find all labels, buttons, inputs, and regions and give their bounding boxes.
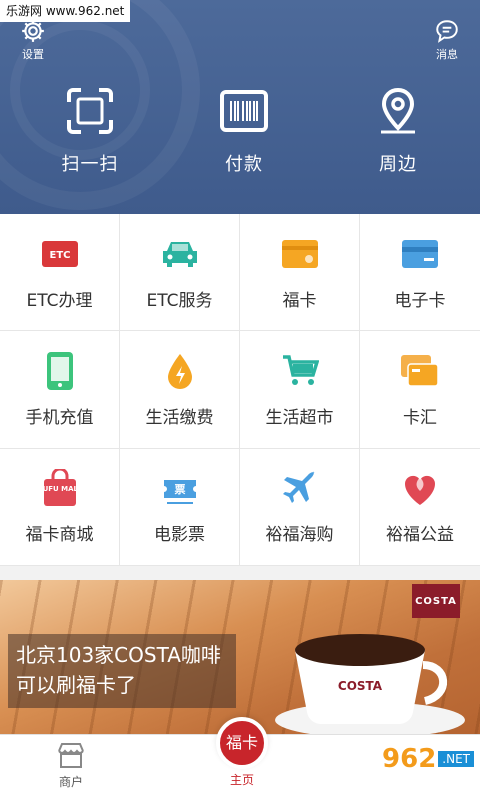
chat-bubble-icon	[436, 20, 458, 43]
scan-icon	[67, 88, 113, 134]
grid-item-etc-apply[interactable]: ETC ETC办理	[0, 214, 120, 332]
utility-drop-icon	[160, 351, 200, 391]
pay-label: 付款	[225, 154, 263, 175]
banner-caption: 北京103家COSTA咖啡 可以刷福卡了	[8, 634, 236, 708]
settings-button[interactable]: 设置	[20, 18, 46, 62]
grid-item-etc-service[interactable]: ETC服务	[120, 214, 240, 332]
grid-item-utility[interactable]: 生活缴费	[120, 331, 240, 449]
grid-item-supermarket[interactable]: 生活超市	[240, 331, 360, 449]
etc-badge-text: ETC	[49, 250, 70, 261]
barcode-icon	[220, 90, 268, 132]
nav-home[interactable]: 福卡 主页	[216, 717, 268, 788]
banner-line-1: 北京103家COSTA咖啡	[16, 643, 221, 667]
fuka-card-icon	[280, 234, 320, 274]
phone-icon	[40, 351, 80, 391]
banner-line-2: 可以刷福卡了	[16, 673, 136, 697]
grid-item-card-exchange[interactable]: 卡汇	[360, 331, 480, 449]
grid-item-label: 福卡商城	[25, 525, 94, 546]
grid-item-label: ETC服务	[146, 290, 213, 311]
messages-label: 消息	[436, 48, 458, 61]
grid-item-label: 手机充值	[25, 407, 94, 428]
ticket-icon: 票	[160, 468, 200, 508]
shopping-cart-icon	[280, 351, 320, 391]
yufu-mall-badge-text: YUFU MALL	[41, 485, 79, 493]
corner-watermark: 962 .NET	[382, 744, 474, 774]
grid-item-e-card[interactable]: 电子卡	[360, 214, 480, 332]
nav-merchant[interactable]: 商户	[56, 741, 86, 790]
nav-home-label: 主页	[229, 773, 254, 787]
nearby-label: 周边	[379, 154, 417, 175]
grid-item-fuka[interactable]: 福卡	[240, 214, 360, 332]
coffee-cup-icon: COSTA	[275, 634, 465, 738]
grid-item-label: ETC办理	[26, 290, 93, 311]
e-card-icon	[400, 234, 440, 274]
store-icon	[58, 743, 84, 768]
pay-button[interactable]: 付款	[184, 86, 304, 176]
service-grid: ETC ETC办理 ETC服务 福卡 电子卡 手机充值 生活缴费 生活超市 卡汇…	[0, 214, 480, 566]
scan-label: 扫一扫	[61, 154, 119, 175]
mall-bag-icon: YUFU MALL	[40, 468, 80, 508]
grid-item-label: 裕福公益	[386, 525, 454, 546]
scan-button[interactable]: 扫一扫	[30, 86, 150, 176]
grid-item-label: 裕福海购	[265, 525, 334, 546]
nearby-button[interactable]: 周边	[338, 86, 458, 176]
grid-item-charity[interactable]: 裕福公益	[360, 449, 480, 566]
promo-banner[interactable]: COSTA COSTA 北京103家COSTA咖啡 可以刷福卡了	[0, 580, 480, 740]
grid-item-label: 生活缴费	[145, 407, 214, 428]
nav-merchant-label: 商户	[58, 775, 83, 789]
grid-item-label: 福卡	[282, 290, 317, 311]
site-watermark-tag: 乐游网 www.962.net	[0, 0, 131, 22]
etc-card-icon: ETC	[40, 234, 80, 274]
charity-heart-icon	[400, 468, 440, 508]
messages-button[interactable]: 消息	[434, 18, 460, 62]
grid-item-movie-ticket[interactable]: 票 电影票	[120, 448, 240, 566]
grid-item-label: 电影票	[154, 525, 205, 546]
grid-item-fuka-mall[interactable]: YUFU MALL 福卡商城	[0, 448, 120, 566]
car-icon	[160, 234, 200, 274]
home-fuka-badge: 福卡	[216, 717, 268, 769]
grid-item-label: 电子卡	[394, 290, 446, 311]
corner-watermark-number: 962	[382, 744, 437, 774]
corner-watermark-net: .NET	[438, 751, 474, 767]
grid-item-phone-topup[interactable]: 手机充值	[0, 331, 120, 449]
settings-label: 设置	[22, 48, 44, 61]
cards-icon	[400, 351, 440, 391]
grid-item-label: 生活超市	[265, 407, 334, 428]
header: 设置 消息 扫一扫 付款 周边	[0, 0, 480, 214]
grid-item-overseas-shopping[interactable]: 裕福海购	[240, 448, 360, 566]
grid-item-label: 卡汇	[403, 407, 437, 428]
ticket-badge-text: 票	[174, 483, 185, 496]
location-pin-icon	[381, 87, 415, 134]
airplane-icon	[280, 468, 320, 508]
cup-brand-text: COSTA	[338, 679, 383, 693]
